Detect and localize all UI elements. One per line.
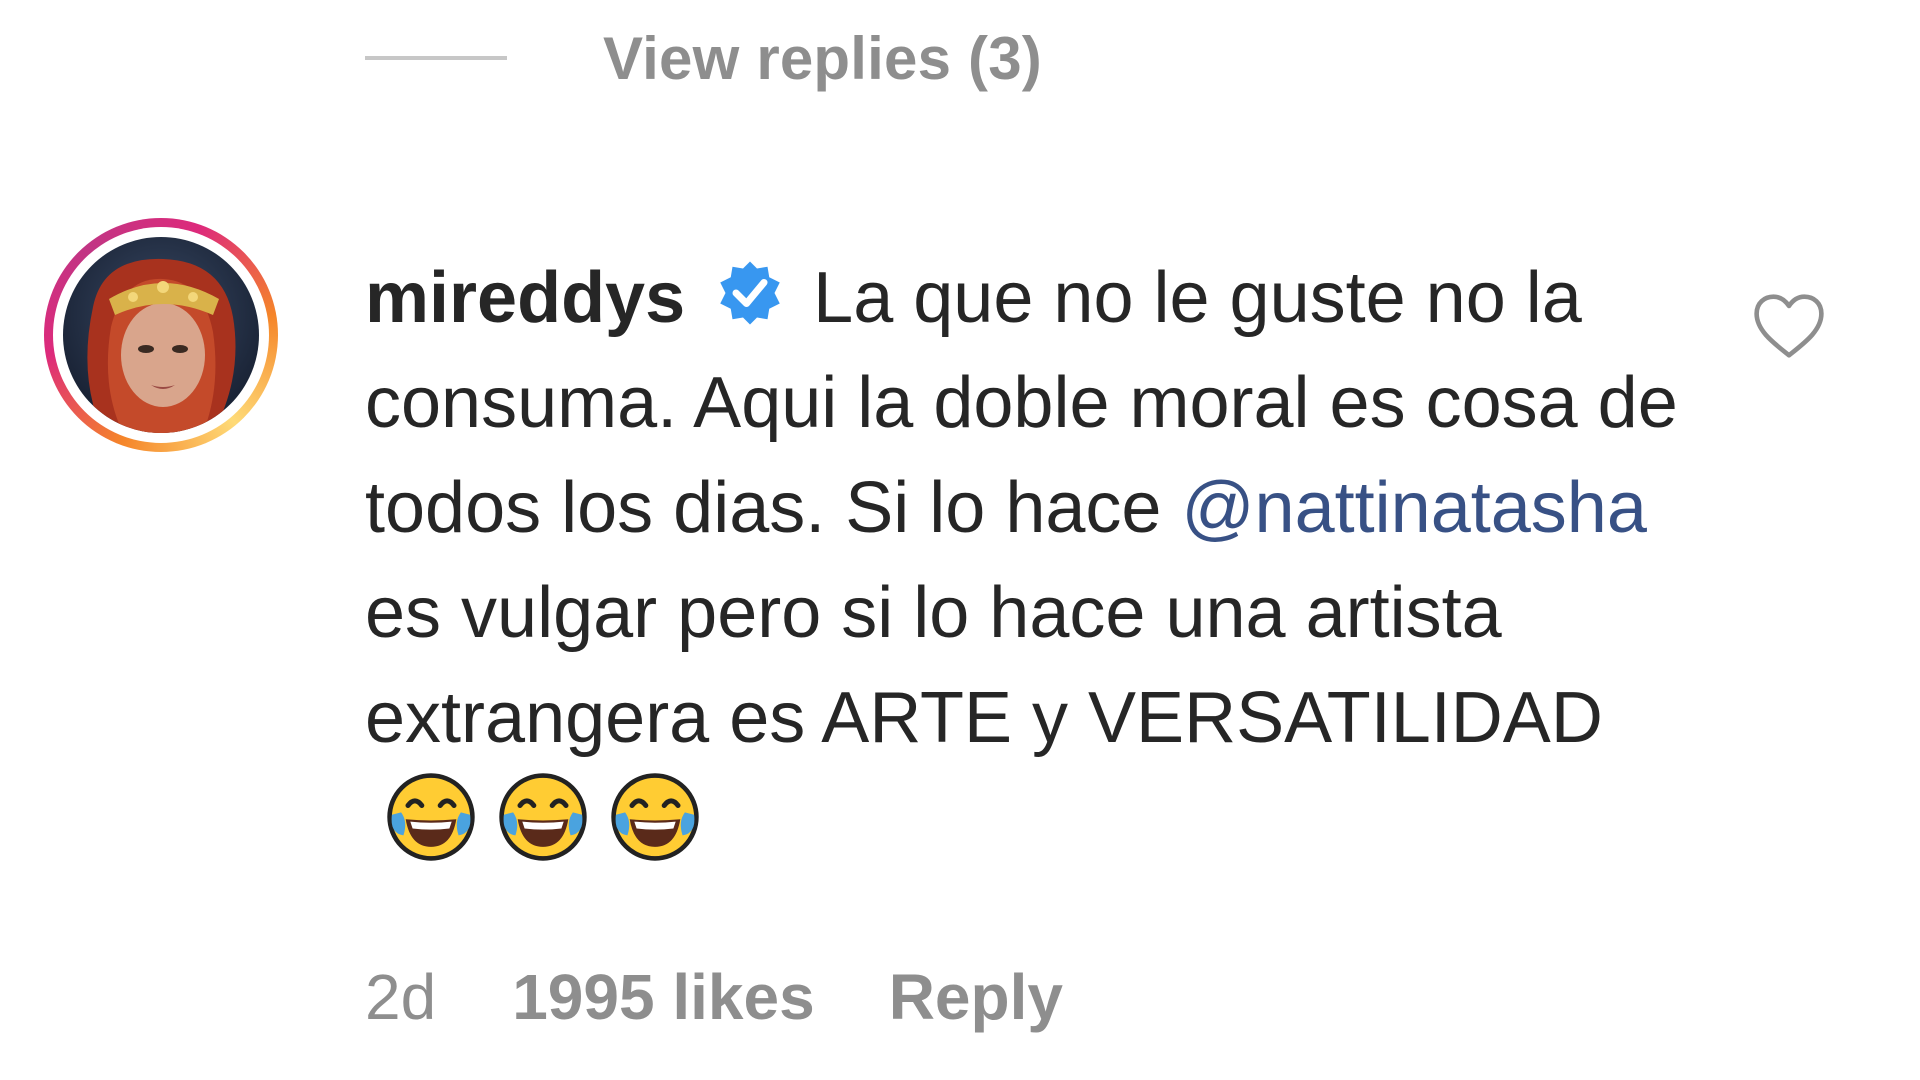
view-replies-label: View replies (3) <box>603 24 1042 92</box>
comment-username[interactable]: mireddys <box>365 258 685 338</box>
mention-link[interactable]: @nattinatasha <box>1181 468 1646 548</box>
verified-badge-icon <box>720 261 780 325</box>
comment-text-part2: es vulgar pero si lo hace una artista ex… <box>365 573 1603 758</box>
avatar-photo <box>63 237 259 433</box>
likes-count-button[interactable]: 1995 likes <box>512 960 815 1034</box>
comment-thread: View replies (3) mireddys La que no le g… <box>0 0 1920 1080</box>
view-replies-button[interactable]: View replies (3) <box>365 18 1042 98</box>
avatar-ring-gap <box>53 227 269 443</box>
comment-meta-row: 2d 1995 likes Reply <box>365 960 1063 1034</box>
face-with-tears-of-joy-icon <box>499 773 587 861</box>
comment-timestamp[interactable]: 2d <box>365 960 436 1034</box>
avatar[interactable] <box>44 218 278 452</box>
replies-divider-line <box>365 56 507 60</box>
face-with-tears-of-joy-icon <box>611 773 699 861</box>
comment-body: mireddys La que no le guste no la consum… <box>365 246 1685 876</box>
face-with-tears-of-joy-icon <box>387 773 475 861</box>
heart-icon[interactable] <box>1752 292 1826 360</box>
reply-button[interactable]: Reply <box>889 960 1063 1034</box>
